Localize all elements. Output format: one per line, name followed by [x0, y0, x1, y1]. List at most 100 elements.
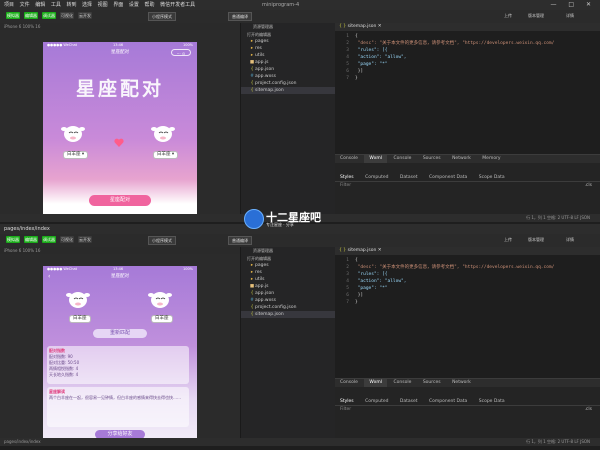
- tree-item-app-json[interactable]: {app.json: [241, 66, 335, 73]
- code-line: 4 "action": "allow",: [346, 279, 407, 284]
- details-button[interactable]: 详情: [566, 12, 574, 19]
- tab-network[interactable]: Network: [447, 155, 476, 163]
- tab-dataset[interactable]: Dataset: [395, 398, 423, 405]
- version-button[interactable]: 版本管理: [528, 12, 544, 19]
- visual-button[interactable]: 可视化: [60, 236, 74, 243]
- menu-help[interactable]: 帮助: [144, 0, 154, 10]
- tree-item-project-config[interactable]: {project.config.json: [241, 304, 335, 311]
- open-editors-section[interactable]: 打开的编辑器: [241, 31, 335, 38]
- right-sign-picker[interactable]: 白羊座 ▾: [153, 151, 179, 159]
- menu-settings[interactable]: 设置: [129, 0, 139, 10]
- tree-item-sitemap[interactable]: {sitemap.json: [241, 87, 335, 94]
- explorer-header: 资源管理器: [253, 248, 273, 253]
- cls-toggle[interactable]: .cls: [585, 406, 593, 413]
- tab-console[interactable]: Console: [389, 379, 417, 387]
- compile-select[interactable]: 普通编译: [228, 236, 252, 245]
- left-sign-picker[interactable]: 白羊座 ▾: [63, 151, 89, 159]
- menu-edit[interactable]: 编辑: [35, 0, 45, 10]
- code-editor[interactable]: { } sitemap.json ✕ 1{ 2 "desc": "关于本文件的更…: [335, 23, 600, 154]
- tree-item-project-config[interactable]: {project.config.json: [241, 80, 335, 87]
- simulator-device-bar[interactable]: iPhone 6 100% 16: [0, 23, 240, 30]
- tab-network[interactable]: Network: [447, 379, 476, 387]
- mode-select[interactable]: 小程序模式: [148, 12, 176, 21]
- back-arrow-icon[interactable]: ‹: [48, 272, 50, 281]
- editor-tab-sitemap[interactable]: { } sitemap.json ✕: [335, 23, 600, 31]
- tab-console-top[interactable]: Console: [335, 379, 363, 387]
- tab-component-data[interactable]: Component Data: [424, 398, 472, 405]
- tab-computed[interactable]: Computed: [360, 174, 393, 181]
- open-editors-section[interactable]: 打开的编辑器: [241, 255, 335, 262]
- simulator-toggle-button[interactable]: 模拟器: [6, 236, 20, 243]
- file-tree: ▸ pages ▸ res ▸ utils ■app.js {app.json #ap…: [241, 38, 335, 94]
- tab-scope-data[interactable]: Scope Data: [474, 174, 510, 181]
- debugger-toggle-button[interactable]: 调试器: [42, 236, 56, 243]
- tree-item-app-js[interactable]: ■app.js: [241, 283, 335, 290]
- version-button[interactable]: 版本管理: [528, 236, 544, 243]
- tab-scope-data[interactable]: Scope Data: [474, 398, 510, 405]
- cls-toggle[interactable]: .cls: [585, 182, 593, 189]
- debugger-toggle-button[interactable]: 调试器: [42, 12, 56, 19]
- code-editor[interactable]: { } sitemap.json ✕ 1{ 2 "desc": "关于本文件的更…: [335, 247, 600, 378]
- tree-item-app-js[interactable]: ■app.js: [241, 59, 335, 66]
- tree-item-pages[interactable]: ▸ pages: [241, 262, 335, 269]
- editor-tab-sitemap[interactable]: { } sitemap.json ✕: [335, 247, 600, 255]
- tree-item-app-json[interactable]: {app.json: [241, 290, 335, 297]
- menu-file[interactable]: 文件: [20, 0, 30, 10]
- cloud-dev-button[interactable]: 云开发: [78, 12, 92, 19]
- status-info: 行 1，列 1 空格: 2 UTF-8 LF JSON: [526, 439, 590, 444]
- tab-wxml[interactable]: Wxml: [364, 155, 388, 163]
- styles-filter-input[interactable]: Filter .cls: [335, 406, 600, 413]
- tab-computed[interactable]: Computed: [360, 398, 393, 405]
- tree-item-sitemap[interactable]: {sitemap.json: [241, 311, 335, 318]
- styles-filter-input[interactable]: Filter .cls: [335, 182, 600, 189]
- tab-console-top[interactable]: Console: [335, 155, 363, 163]
- tab-console[interactable]: Console: [389, 155, 417, 163]
- simulator-device-bar[interactable]: iPhone 6 100% 16: [0, 247, 240, 254]
- page-path-status: pages/index/index: [4, 439, 41, 444]
- tab-sources[interactable]: Sources: [418, 155, 446, 163]
- tree-item-utils[interactable]: ▸ utils: [241, 276, 335, 283]
- editor-toggle-button[interactable]: 编辑器: [24, 236, 38, 243]
- mini-program-capsule[interactable]: ··· ⊙: [171, 49, 191, 56]
- menu-select[interactable]: 选择: [82, 0, 92, 10]
- upload-button[interactable]: 上传: [504, 12, 512, 19]
- tree-item-res[interactable]: ▸ res: [241, 45, 335, 52]
- code-line: 6 }]: [346, 69, 364, 74]
- tree-item-res[interactable]: ▸ res: [241, 269, 335, 276]
- right-cow-icon: [151, 126, 175, 142]
- menu-view[interactable]: 视图: [98, 0, 108, 10]
- tree-item-app-wxss[interactable]: #app.wxss: [241, 73, 335, 80]
- status-info: 行 1，列 1 空格: 2 UTF-8 LF JSON: [526, 215, 590, 220]
- tab-memory[interactable]: Memory: [477, 155, 505, 163]
- visual-button[interactable]: 可视化: [60, 12, 74, 19]
- menu-wechat-devtools[interactable]: 微信开发者工具: [160, 0, 195, 10]
- tree-item-utils[interactable]: ▸ utils: [241, 52, 335, 59]
- cloud-dev-button[interactable]: 云开发: [78, 236, 92, 243]
- editor-toggle-button[interactable]: 编辑器: [24, 12, 38, 19]
- code-line: 2 "desc": "关于本文件的更多信息，请参考文档", "https://d…: [346, 41, 555, 46]
- menu-interface[interactable]: 界面: [113, 0, 123, 10]
- tree-item-pages[interactable]: ▸ pages: [241, 38, 335, 45]
- menu-tools[interactable]: 工具: [51, 0, 61, 10]
- simulator-toggle-button[interactable]: 模拟器: [6, 12, 20, 19]
- match-button[interactable]: 星座配对: [89, 195, 151, 206]
- mode-select[interactable]: 小程序模式: [148, 236, 176, 245]
- phone-screen: ●●●●● WeChat 13:46 100% 星座配对 ··· ⊙ 星座配对: [43, 42, 197, 218]
- code-line: 3 "rules": [{: [346, 272, 388, 277]
- tab-styles[interactable]: Styles: [335, 398, 359, 405]
- rematch-button[interactable]: 重新匹配: [93, 329, 147, 338]
- menu-project[interactable]: 项目: [4, 0, 14, 10]
- tree-item-app-wxss[interactable]: #app.wxss: [241, 297, 335, 304]
- upload-button[interactable]: 上传: [504, 236, 512, 243]
- compile-select[interactable]: 普通编译: [228, 12, 252, 21]
- tab-dataset[interactable]: Dataset: [395, 174, 423, 181]
- tab-styles[interactable]: Styles: [335, 174, 359, 181]
- code-line: 1{: [346, 258, 358, 263]
- tab-wxml[interactable]: Wxml: [364, 379, 388, 387]
- window-controls[interactable]: — □ ✕: [550, 1, 596, 8]
- details-button[interactable]: 详情: [566, 236, 574, 243]
- page-big-title: 星座配对: [75, 78, 164, 100]
- tab-component-data[interactable]: Component Data: [424, 174, 472, 181]
- menu-goto[interactable]: 转到: [66, 0, 76, 10]
- tab-sources[interactable]: Sources: [418, 379, 446, 387]
